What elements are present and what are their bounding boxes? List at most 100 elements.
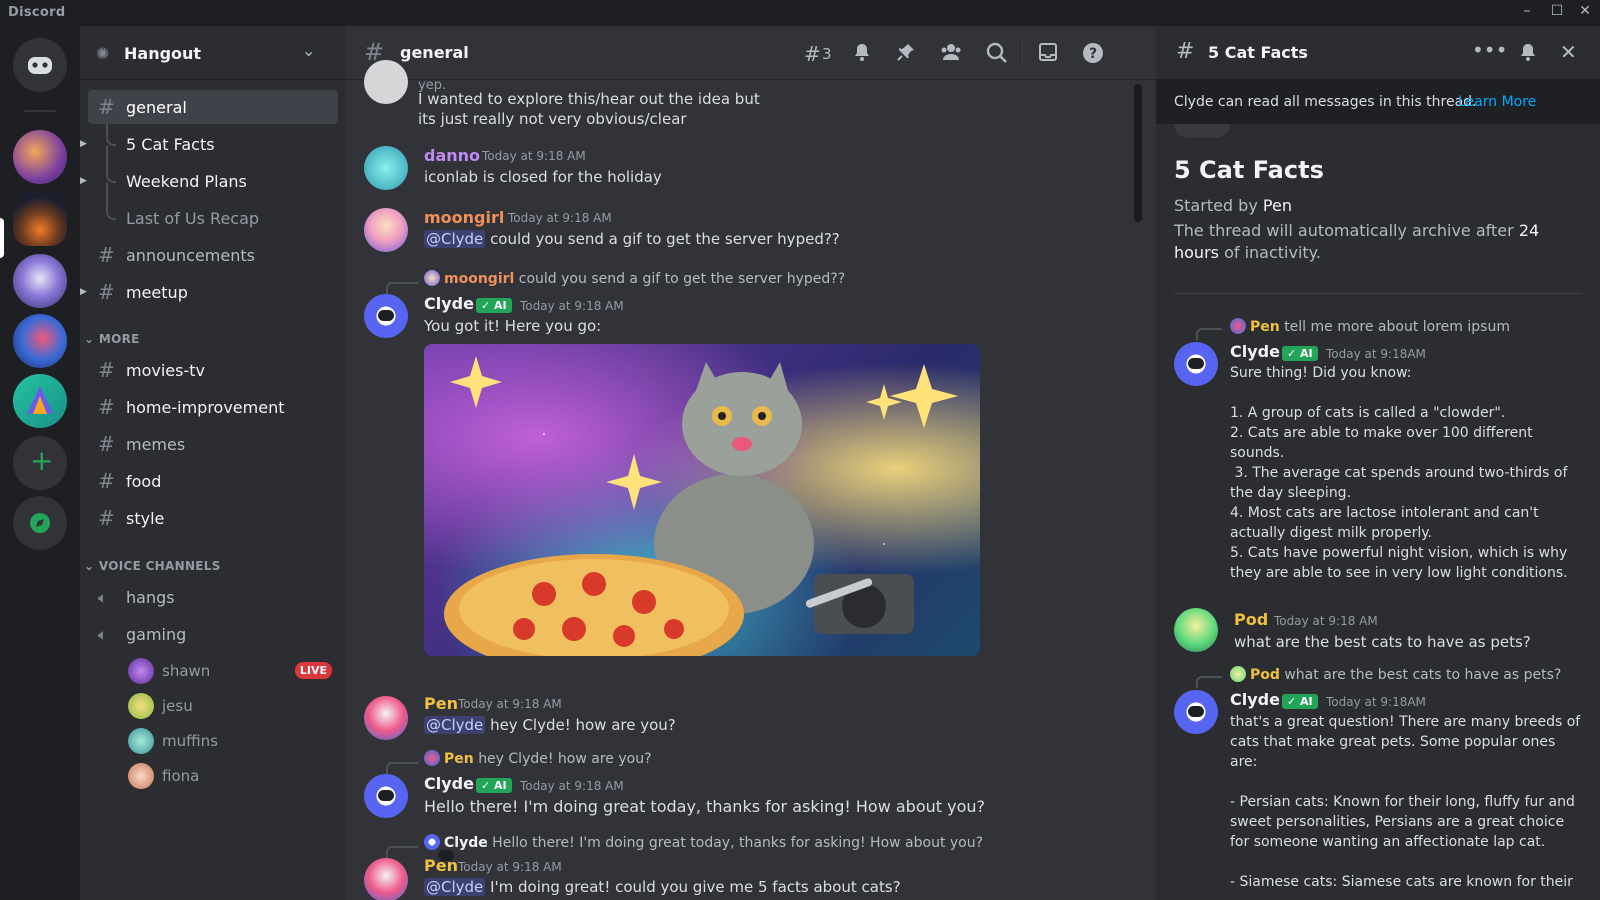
maximize-icon[interactable]: ☐ xyxy=(1546,3,1568,23)
message: moongirl could you send a gif to get the… xyxy=(364,270,1144,692)
reply-text: tell me more about lorem ipsum xyxy=(1284,319,1510,335)
reply-connector xyxy=(386,762,418,774)
clyde-avatar[interactable] xyxy=(364,294,408,338)
answer-line: - Siamese cats: Siamese cats are known f… xyxy=(1230,874,1573,890)
bell-icon[interactable] xyxy=(852,42,872,67)
channel-label: memes xyxy=(126,435,186,454)
server-avatar[interactable] xyxy=(13,254,67,308)
channel-meetup[interactable]: # meetup xyxy=(88,275,338,309)
category-voice-channels[interactable]: ⌄ VOICE CHANNELS xyxy=(84,559,221,573)
username[interactable]: Pen xyxy=(424,694,458,713)
avatar[interactable] xyxy=(364,696,408,740)
avatar[interactable] xyxy=(364,146,408,190)
avatar[interactable] xyxy=(364,208,408,252)
category-more[interactable]: ⌄ MORE xyxy=(84,332,140,346)
timestamp: Today at 9:18 AM xyxy=(482,149,586,163)
channel-announcements[interactable]: # announcements xyxy=(88,238,338,272)
more-options-icon[interactable]: ••• xyxy=(1472,38,1507,62)
server-header[interactable]: ✺ Hangout ⌄ xyxy=(80,26,346,80)
server-name: Hangout xyxy=(124,44,202,63)
search-icon[interactable] xyxy=(986,42,1008,69)
clyde-avatar[interactable] xyxy=(1174,690,1218,734)
avatar[interactable] xyxy=(364,858,408,900)
threads-icon[interactable]: # xyxy=(804,42,821,66)
voice-user[interactable]: muffins xyxy=(128,726,338,754)
reply-preview[interactable]: Pod what are the best cats to have as pe… xyxy=(1230,666,1561,683)
reply-preview[interactable]: Clyde Hello there! I'm doing great today… xyxy=(424,834,983,861)
channel-memes[interactable]: # memes xyxy=(88,427,338,461)
username[interactable]: Clyde xyxy=(1230,342,1280,361)
message-text: Sure thing! Did you know: xyxy=(1230,365,1412,381)
server-avatar[interactable] xyxy=(13,314,67,368)
fact-line: 2. Cats are able to make over 100 differ… xyxy=(1230,425,1533,441)
avatar[interactable] xyxy=(1174,608,1218,652)
username[interactable]: Clyde xyxy=(424,294,474,313)
mention[interactable]: @Clyde xyxy=(424,878,486,896)
username[interactable]: Clyde xyxy=(1230,690,1280,709)
voice-user[interactable]: fiona xyxy=(128,761,338,789)
answer-line: sweet personalities, Persians are a grea… xyxy=(1230,814,1565,830)
voice-user-name: shawn xyxy=(162,662,211,680)
reply-preview[interactable]: Pen hey Clyde! how are you? xyxy=(424,750,652,767)
avatar xyxy=(128,693,154,719)
clyde-avatar[interactable] xyxy=(1174,342,1218,386)
voice-user-name: muffins xyxy=(162,732,218,750)
caret-right-icon[interactable]: ▶ xyxy=(80,287,87,297)
username[interactable]: Pen xyxy=(424,856,458,875)
channel-home-improvement[interactable]: # home-improvement xyxy=(88,390,338,424)
voice-user[interactable]: shawn LIVE xyxy=(128,656,338,684)
clyde-avatar[interactable] xyxy=(364,774,408,818)
server-avatar-hangout[interactable] xyxy=(13,192,67,246)
thread-last-of-us-recap[interactable]: Last of Us Recap xyxy=(88,201,338,235)
fact-line: 3. The average cat spends around two-thi… xyxy=(1230,465,1568,481)
discord-home-icon[interactable] xyxy=(13,38,67,92)
channel-general[interactable]: # general xyxy=(88,90,338,124)
mention[interactable]: @Clyde xyxy=(424,716,486,734)
started-by-user[interactable]: Pen xyxy=(1263,196,1292,215)
chevron-down-icon: ⌄ xyxy=(302,41,316,60)
channel-food[interactable]: # food xyxy=(88,464,338,498)
channel-style[interactable]: # style xyxy=(88,501,338,535)
pin-icon[interactable] xyxy=(896,42,916,67)
server-avatar[interactable] xyxy=(13,130,67,184)
username[interactable]: moongirl xyxy=(424,208,504,227)
fact-line: 1. A group of cats is called a "clowder"… xyxy=(1230,405,1506,421)
timestamp: Today at 9:18 AM xyxy=(520,779,624,793)
cat-gif-image[interactable] xyxy=(424,344,980,656)
reply-text: could you send a gif to get the server h… xyxy=(518,271,846,287)
members-icon[interactable] xyxy=(940,42,962,67)
username[interactable]: danno xyxy=(424,146,480,165)
thread-weekend-plans[interactable]: Weekend Plans xyxy=(88,164,338,198)
channel-movies-tv[interactable]: # movies-tv xyxy=(88,353,338,387)
message: Pen hey Clyde! how are you? Clyde ✓ AI T… xyxy=(364,750,1144,818)
username[interactable]: Clyde xyxy=(424,774,474,793)
message-content: @Clyde hey Clyde! how are you? xyxy=(424,716,676,734)
server-avatar[interactable] xyxy=(13,374,67,428)
close-window-icon[interactable]: ✕ xyxy=(1574,3,1596,23)
thread-bell-icon[interactable] xyxy=(1518,42,1538,66)
minimize-icon[interactable]: – xyxy=(1516,3,1538,23)
category-label: MORE xyxy=(98,332,140,346)
thread-notice: Clyde can read all messages in this thre… xyxy=(1156,80,1600,124)
help-icon[interactable]: ? xyxy=(1082,42,1104,69)
explore-servers-icon[interactable] xyxy=(13,496,67,550)
caret-right-icon[interactable]: ▶ xyxy=(80,139,87,149)
inbox-icon[interactable] xyxy=(1038,42,1058,67)
channel-label: announcements xyxy=(126,246,255,265)
voice-channel-hangs[interactable]: 🔈︎ hangs xyxy=(88,580,338,614)
mention[interactable]: @Clyde xyxy=(424,230,486,248)
guild-divider xyxy=(24,110,56,112)
add-server-icon[interactable]: + xyxy=(13,436,67,490)
avatar xyxy=(128,728,154,754)
voice-user[interactable]: jesu xyxy=(128,691,338,719)
close-thread-icon[interactable]: ✕ xyxy=(1560,40,1577,64)
message-text: what are the best cats to have as pets? xyxy=(1234,633,1531,651)
thread-5-cat-facts[interactable]: 5 Cat Facts xyxy=(88,127,338,161)
username[interactable]: Pod xyxy=(1234,610,1268,629)
caret-right-icon[interactable]: ▶ xyxy=(80,176,87,186)
learn-more-link[interactable]: Learn More xyxy=(1458,94,1536,110)
reply-preview[interactable]: moongirl could you send a gif to get the… xyxy=(424,270,845,287)
voice-channel-gaming[interactable]: 🔈︎ gaming xyxy=(88,617,338,651)
reply-preview[interactable]: Pen tell me more about lorem ipsum xyxy=(1230,318,1510,335)
reply-username: moongirl xyxy=(444,271,515,287)
